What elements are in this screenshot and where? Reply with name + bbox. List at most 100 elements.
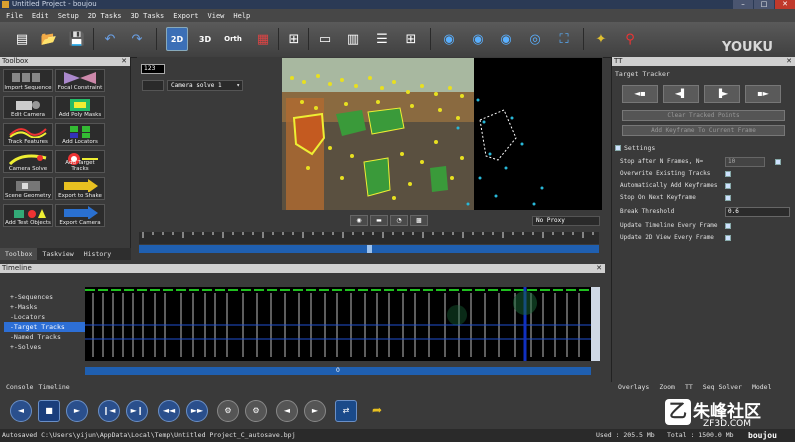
frame-ruler[interactable] [139, 232, 599, 244]
menu-help[interactable]: Help [233, 12, 250, 20]
stop-on-next-keyframe-checkbox[interactable] [725, 195, 731, 201]
viewport-play-icon[interactable]: ◉ [350, 215, 368, 226]
tree-item-solves[interactable]: +-Solves [4, 342, 86, 352]
tool-edit-camera[interactable]: Edit Camera [3, 96, 53, 119]
layout-split-icon[interactable]: ▥ [342, 27, 364, 51]
globe-track-icon[interactable]: ◉ [467, 27, 489, 51]
menu-setup[interactable]: Setup [58, 12, 79, 20]
timeline-horizontal-scrollbar[interactable]: 0 [85, 367, 591, 375]
step-back-icon[interactable]: ❙◄ [98, 400, 120, 422]
layout-single-icon[interactable]: ▭ [314, 27, 336, 51]
menu-view[interactable]: View [208, 12, 225, 20]
tab-console[interactable]: Console [6, 383, 33, 393]
maximize-button[interactable]: □ [754, 0, 774, 9]
prev-marker-icon[interactable]: ◄ [276, 400, 298, 422]
clear-tracked-points-button[interactable]: Clear Tracked Points [622, 110, 785, 121]
tree-item-sequences[interactable]: +-Sequences [4, 292, 86, 302]
settings-checkbox[interactable] [615, 145, 621, 151]
tool-add-poly-masks[interactable]: Add Poly Masks [55, 96, 105, 119]
redo-icon[interactable]: ↷ [126, 27, 148, 51]
footage-image[interactable] [282, 58, 602, 210]
tool-import-sequence[interactable]: Import Sequence [3, 69, 53, 92]
tool-export-camera[interactable]: Export Camera [55, 204, 105, 227]
globe-solve-icon[interactable]: ◉ [495, 27, 517, 51]
export-icon[interactable]: ➦ [366, 400, 388, 422]
camera-toggle[interactable] [142, 80, 164, 91]
overwrite-existing-checkbox[interactable] [725, 171, 731, 177]
tab-taskview[interactable]: Taskview [37, 248, 78, 260]
viewport-stop-icon[interactable]: ▬ [370, 215, 388, 226]
tool-export-to-shake[interactable]: Export to Shake [55, 177, 105, 200]
add-keyframe-button[interactable]: Add Keyframe To Current Frame [622, 125, 785, 136]
frame-select-icon[interactable]: ⛶ [553, 27, 575, 51]
globe-camera-icon[interactable]: ◉ [438, 27, 460, 51]
track-backward-button[interactable]: ◄▌ [663, 85, 699, 103]
globe-orbit-icon[interactable]: ◎ [524, 27, 546, 51]
menu-file[interactable]: File [6, 12, 23, 20]
tab-timeline[interactable]: Timeline [38, 383, 69, 393]
proxy-select[interactable]: No Proxy [532, 216, 600, 226]
next-keyframe-icon[interactable]: ⚙ [245, 400, 267, 422]
wand-icon[interactable]: ✦ [590, 27, 612, 51]
next-marker-icon[interactable]: ► [304, 400, 326, 422]
undo-icon[interactable]: ↶ [99, 27, 121, 51]
viewport-scroll-handle[interactable] [367, 245, 372, 253]
track-backward-to-key-button[interactable]: ◄▪ [622, 85, 658, 103]
tab-seq-solver[interactable]: Seq Solver [703, 383, 742, 393]
stop-after-n-checkbox[interactable] [775, 159, 781, 165]
tree-item-named-tracks[interactable]: -Named Tracks [4, 332, 86, 342]
view-ortho-button[interactable]: Orth [222, 27, 244, 51]
menu-export[interactable]: Export [173, 12, 198, 20]
viewport-capture-icon[interactable]: ▩ [410, 215, 428, 226]
stop-after-n-field[interactable]: 10 [725, 157, 765, 167]
tree-item-target-tracks[interactable]: -Target Tracks [4, 322, 86, 332]
timeline-vertical-scrollbar[interactable] [591, 287, 600, 361]
frame-number-field[interactable]: 123 [141, 64, 165, 74]
tt-close-icon[interactable]: ✕ [786, 57, 792, 66]
tab-model[interactable]: Model [752, 383, 772, 393]
camera-select[interactable]: Camera solve 1 ▾ [167, 80, 243, 91]
menu-edit[interactable]: Edit [32, 12, 49, 20]
tab-history[interactable]: History [79, 248, 116, 260]
settings-section[interactable]: Settings [612, 144, 795, 152]
save-icon[interactable]: 💾 [66, 27, 88, 51]
menu-3d-tasks[interactable]: 3D Tasks [131, 12, 165, 20]
minimize-button[interactable]: – [733, 0, 753, 9]
play-forward-icon[interactable]: ► [66, 400, 88, 422]
open-folder-icon[interactable]: 📂 [38, 27, 60, 51]
update-2d-view-checkbox[interactable] [725, 235, 731, 241]
tab-zoom[interactable]: Zoom [659, 383, 675, 393]
tool-add-locators[interactable]: Add Locators [55, 123, 105, 146]
graph-view-icon[interactable]: ▦ [252, 27, 274, 51]
tool-add-target-tracks[interactable]: Add Target Tracks [55, 150, 105, 173]
timeline-close-icon[interactable]: ✕ [596, 264, 602, 273]
tool-focal-constraint[interactable]: Focal Constraint [55, 69, 105, 92]
stop-icon[interactable]: ■ [38, 400, 60, 422]
tool-scene-geometry[interactable]: Scene Geometry [3, 177, 53, 200]
menu-2d-tasks[interactable]: 2D Tasks [88, 12, 122, 20]
tool-camera-solve[interactable]: Camera Solve [3, 150, 53, 173]
tab-overlays[interactable]: Overlays [618, 383, 649, 393]
auto-add-keyframes-checkbox[interactable] [725, 183, 731, 189]
view-2d-button[interactable]: 2D [166, 27, 188, 51]
tab-tt[interactable]: TT [685, 383, 693, 393]
grid-icon[interactable]: ⊞ [283, 27, 305, 51]
update-timeline-checkbox[interactable] [725, 223, 731, 229]
key-icon[interactable]: ⚲ [619, 27, 641, 51]
new-project-icon[interactable]: ▤ [11, 27, 33, 51]
go-start-icon[interactable]: ◄◄ [158, 400, 180, 422]
track-forward-to-key-button[interactable]: ▪► [745, 85, 781, 103]
break-threshold-field[interactable]: 0.6 [725, 207, 790, 217]
layout-quad-icon[interactable]: ⊞ [400, 27, 422, 51]
tool-track-features[interactable]: Track Features [3, 123, 53, 146]
play-reverse-icon[interactable]: ◄ [10, 400, 32, 422]
timeline-tracks-canvas[interactable] [85, 287, 591, 361]
go-end-icon[interactable]: ►► [186, 400, 208, 422]
toolbox-close-icon[interactable]: ✕ [121, 57, 127, 66]
tab-toolbox[interactable]: Toolbox [0, 248, 38, 260]
viewport-loop-icon[interactable]: ◔ [390, 215, 408, 226]
view-3d-button[interactable]: 3D [194, 27, 216, 51]
tool-add-test-objects[interactable]: Add Test Objects [3, 204, 53, 227]
tree-item-locators[interactable]: -Locators [4, 312, 86, 322]
tree-item-masks[interactable]: +-Masks [4, 302, 86, 312]
